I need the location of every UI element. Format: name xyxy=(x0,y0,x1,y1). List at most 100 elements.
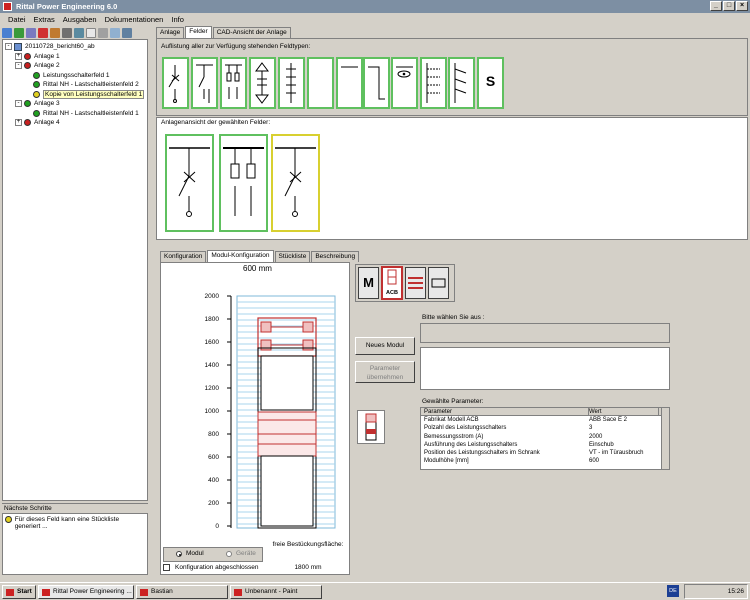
tree-item-label: Kopie von Leistungsschalterfeld 1 xyxy=(43,89,145,99)
compensation-field-icon xyxy=(454,63,467,103)
table-row[interactable]: Polzahl des Leistungsschalters 3 xyxy=(421,424,669,432)
export-icon[interactable] xyxy=(122,27,132,38)
tick-label: 1800 xyxy=(204,316,219,323)
main-tabs: Anlage Felder CAD-Ansicht der Anlage xyxy=(156,26,292,38)
language-indicator[interactable]: DE xyxy=(667,585,679,597)
acb-module-icon xyxy=(365,413,377,441)
table-row[interactable]: Fabrikat Modell ACB ABB Sace E 2 xyxy=(421,416,669,424)
print-icon[interactable] xyxy=(62,27,72,38)
param-value: 3 xyxy=(589,425,593,432)
field-type-coupling[interactable] xyxy=(336,57,363,109)
param-name: Fabrikat Modell ACB xyxy=(424,417,479,424)
tab-felder[interactable]: Felder xyxy=(185,26,212,38)
menu-dokumentationen[interactable]: Dokumentationen xyxy=(101,15,168,24)
tab-modul-konfiguration[interactable]: Modul-Konfiguration xyxy=(207,250,274,262)
tools-icon[interactable] xyxy=(98,27,108,38)
app-icon xyxy=(3,2,12,11)
choose-dropdown[interactable] xyxy=(420,323,670,343)
new-project-icon[interactable] xyxy=(2,27,12,38)
task-bastian[interactable]: Bastian xyxy=(136,584,228,599)
tree-item-anlage-2[interactable]: - Anlage 2 xyxy=(5,61,145,71)
page-icon[interactable] xyxy=(86,27,96,38)
minimize-button[interactable]: _ xyxy=(710,1,722,11)
field-type-fuse-switch[interactable] xyxy=(220,57,247,109)
tree-item-field[interactable]: Rittal NH - Lastschaltleistenfeld 1 xyxy=(5,109,145,119)
tree-item-anlage-3[interactable]: - Anlage 3 xyxy=(5,99,145,109)
tree-item-field[interactable]: Rittal NH - Lastschaltleistenfeld 2 xyxy=(5,80,145,90)
field-type-busbar[interactable] xyxy=(249,57,276,109)
table-row[interactable]: Modulhöhe [mm] 600 xyxy=(421,457,669,465)
tree-item-anlage-1[interactable]: + Anlage 1 xyxy=(5,52,145,62)
table-row[interactable]: Ausführung des Leistungsschalters Einschu… xyxy=(421,441,669,449)
close-button[interactable]: × xyxy=(736,1,748,11)
maximize-button[interactable]: □ xyxy=(723,1,735,11)
tree-root[interactable]: - 20110728_bericht60_ab xyxy=(5,42,145,52)
status-green-icon xyxy=(33,81,40,89)
menu-ausgaben[interactable]: Ausgaben xyxy=(59,15,101,24)
expand-toggle[interactable]: - xyxy=(15,100,22,108)
menu-info[interactable]: Info xyxy=(167,15,188,24)
module-type-acb[interactable]: ACB xyxy=(381,266,403,300)
field-type-outgoing[interactable] xyxy=(420,57,447,109)
search-icon[interactable] xyxy=(110,27,120,38)
field-type-breaker[interactable] xyxy=(162,57,189,109)
tab-stueckliste[interactable]: Stückliste xyxy=(274,251,311,262)
accept-params-button[interactable]: Parameter übernehmen xyxy=(355,361,415,383)
status-yellow-icon xyxy=(33,90,40,98)
column-header-parameter[interactable]: Parameter xyxy=(421,408,589,416)
expand-toggle[interactable]: - xyxy=(5,43,12,51)
tree-item-anlage-4[interactable]: + Anlage 4 xyxy=(5,118,145,128)
param-name: Bemessungsstrom (A) xyxy=(424,433,484,440)
table-row[interactable]: Position des Leistungsschalters im Schra… xyxy=(421,449,669,457)
module-type-busbar[interactable] xyxy=(405,267,426,299)
selected-field-3[interactable] xyxy=(271,134,320,232)
add-icon[interactable] xyxy=(14,27,24,38)
lower-module[interactable] xyxy=(260,455,314,527)
start-button[interactable]: Start xyxy=(2,584,36,599)
tab-cad-ansicht[interactable]: CAD-Ansicht der Anlage xyxy=(212,27,291,38)
expand-toggle[interactable]: + xyxy=(15,119,22,127)
device-module[interactable] xyxy=(260,355,314,411)
cover-module-icon xyxy=(431,278,446,288)
selected-field-1[interactable] xyxy=(165,134,214,232)
new-module-button[interactable]: Neues Modul xyxy=(355,337,415,355)
params-scrollbar[interactable] xyxy=(661,408,669,469)
table-row[interactable]: Bemessungsstrom (A) 2000 xyxy=(421,433,669,441)
field-type-distribution[interactable] xyxy=(278,57,305,109)
field-type-riser[interactable] xyxy=(363,57,390,109)
expand-toggle[interactable]: + xyxy=(15,52,22,60)
field-type-switch[interactable] xyxy=(191,57,218,109)
copy-icon[interactable] xyxy=(74,27,84,38)
next-steps-title: Nächste Schritte xyxy=(2,503,148,513)
expand-toggle[interactable]: - xyxy=(15,62,22,70)
field-type-measurement[interactable] xyxy=(391,57,418,109)
field-type-special[interactable]: S xyxy=(477,57,504,109)
task-paint[interactable]: Unbenannt - Paint xyxy=(230,584,322,599)
tick-label: 1600 xyxy=(204,339,219,346)
radio-geraete[interactable] xyxy=(226,551,232,557)
edit-icon[interactable] xyxy=(50,27,60,38)
menu-datei[interactable]: Datei xyxy=(4,15,30,24)
module-type-m[interactable]: M xyxy=(358,267,379,299)
tree-item-field-selected[interactable]: Kopie von Leistungsschalterfeld 1 xyxy=(5,89,145,100)
breaker-field-icon xyxy=(169,147,210,217)
link-icon[interactable] xyxy=(26,27,36,38)
delete-icon[interactable] xyxy=(38,27,48,38)
task-rittal[interactable]: Rittal Power Engineering ... xyxy=(38,584,134,599)
column-header-value[interactable]: Wert xyxy=(589,408,659,416)
config-done-checkbox[interactable] xyxy=(163,564,170,571)
selected-field-2[interactable] xyxy=(219,134,268,232)
tab-konfiguration[interactable]: Konfiguration xyxy=(160,251,207,262)
tree-item-field[interactable]: Leistungsschalterfeld 1 xyxy=(5,71,145,81)
config-tabs: Konfiguration Modul-Konfiguration Stückl… xyxy=(160,250,360,262)
radio-modul[interactable] xyxy=(176,551,182,557)
module-type-cover[interactable] xyxy=(428,267,449,299)
radio-geraete-label: Geräte xyxy=(236,550,256,557)
switchgear-module[interactable] xyxy=(257,411,317,457)
field-type-compensation[interactable] xyxy=(448,57,475,109)
tab-beschreibung[interactable]: Beschreibung xyxy=(311,251,360,262)
menu-extras[interactable]: Extras xyxy=(30,15,59,24)
tab-anlage[interactable]: Anlage xyxy=(156,27,185,38)
clock: 15:26 xyxy=(727,588,744,595)
field-type-empty[interactable] xyxy=(307,57,334,109)
